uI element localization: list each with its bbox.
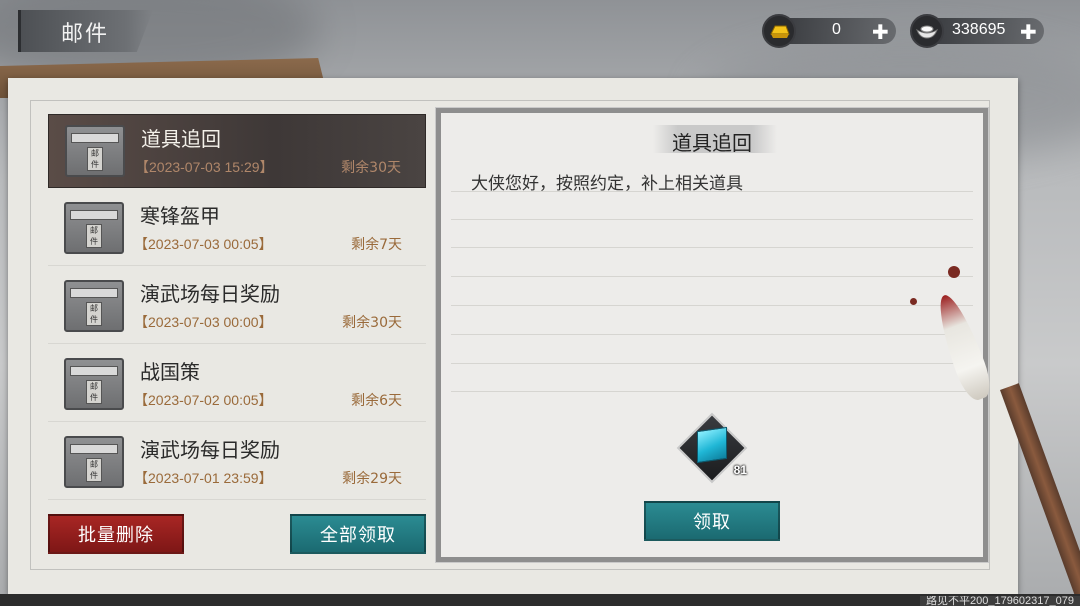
item-quantity: 81 bbox=[733, 463, 747, 477]
ruled-line bbox=[451, 276, 973, 277]
gold-value: 0 bbox=[832, 21, 841, 38]
ink-drop-decoration bbox=[910, 298, 917, 305]
silver-currency-bar: 338695 ✚ bbox=[910, 14, 1050, 48]
mail-date: 【2023-07-02 00:05】 bbox=[134, 392, 273, 408]
mail-list-item[interactable]: 邮件 寒锋盔甲 【2023-07-03 00:05】 剩余7天 bbox=[48, 192, 426, 266]
mail-date: 【2023-07-03 00:00】 bbox=[134, 314, 273, 330]
mail-date: 【2023-07-03 00:05】 bbox=[134, 236, 273, 252]
ruled-line bbox=[451, 391, 973, 392]
claim-all-button[interactable]: 全部领取 bbox=[290, 514, 426, 554]
mail-title: 道具追回 bbox=[141, 127, 221, 151]
mail-title: 演武场每日奖励 bbox=[140, 282, 280, 306]
claim-button[interactable]: 领取 bbox=[644, 501, 780, 541]
ruled-line bbox=[451, 191, 973, 192]
mail-remaining: 剩余7天 bbox=[351, 237, 402, 253]
gold-currency-bar: 0 ✚ bbox=[762, 14, 902, 48]
envelope-icon: 邮件 bbox=[64, 358, 124, 410]
silver-add-icon[interactable]: ✚ bbox=[1020, 20, 1037, 44]
envelope-icon: 邮件 bbox=[65, 125, 125, 177]
mail-detail-panel: 道具追回 大侠您好，按照约定，补上相关道具 81 领取 bbox=[435, 107, 989, 563]
silver-ingot-icon bbox=[910, 14, 944, 48]
mail-remaining: 剩余30天 bbox=[341, 160, 401, 176]
silver-value: 338695 bbox=[952, 21, 1006, 38]
detail-title: 道具追回 bbox=[672, 131, 752, 155]
mail-list-item[interactable]: 邮件 演武场每日奖励 【2023-07-03 00:00】 剩余30天 bbox=[48, 270, 426, 344]
blue-cube-item-icon bbox=[697, 426, 727, 464]
mail-title: 寒锋盔甲 bbox=[140, 204, 220, 228]
envelope-icon: 邮件 bbox=[64, 436, 124, 488]
mail-date: 【2023-07-03 15:29】 bbox=[135, 159, 274, 175]
mail-remaining: 剩余30天 bbox=[342, 315, 402, 331]
footer-version-text: 路见不平200_179602317_079 bbox=[919, 596, 1080, 606]
mail-remaining: 剩余29天 bbox=[342, 471, 402, 487]
mail-title: 战国策 bbox=[140, 360, 200, 384]
ruled-line bbox=[451, 363, 973, 364]
ink-drop-decoration bbox=[948, 266, 960, 278]
ruled-line bbox=[451, 334, 973, 335]
gold-add-icon[interactable]: ✚ bbox=[872, 20, 889, 44]
batch-delete-button[interactable]: 批量删除 bbox=[48, 514, 184, 554]
mail-list-item[interactable]: 邮件 战国策 【2023-07-02 00:05】 剩余6天 bbox=[48, 348, 426, 422]
mail-title: 演武场每日奖励 bbox=[140, 438, 280, 462]
ruled-line bbox=[451, 247, 973, 248]
mail-list-item[interactable]: 邮件 道具追回 【2023-07-03 15:29】 剩余30天 bbox=[48, 114, 426, 188]
mail-list-item[interactable]: 邮件 演武场每日奖励 【2023-07-01 23:59】 剩余29天 bbox=[48, 426, 426, 500]
reward-item[interactable]: 81 bbox=[676, 412, 748, 484]
envelope-icon: 邮件 bbox=[64, 202, 124, 254]
ruled-line bbox=[451, 219, 973, 220]
page-title-tab: 邮件 bbox=[18, 10, 153, 52]
ruled-line bbox=[451, 305, 973, 306]
mail-date: 【2023-07-01 23:59】 bbox=[134, 470, 273, 486]
mail-remaining: 剩余6天 bbox=[351, 393, 402, 409]
gold-ingot-icon bbox=[762, 14, 796, 48]
envelope-icon: 邮件 bbox=[64, 280, 124, 332]
page-title: 邮件 bbox=[61, 22, 110, 47]
bottom-strip bbox=[0, 594, 1080, 606]
